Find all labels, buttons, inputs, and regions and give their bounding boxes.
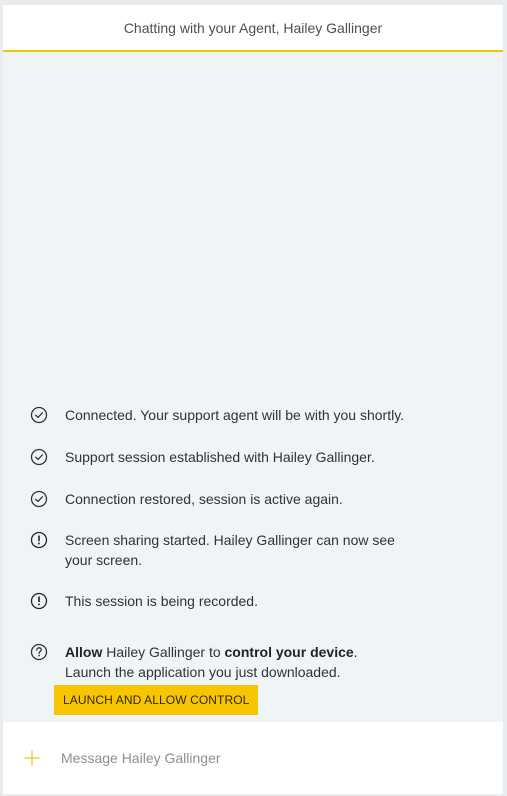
allow-label: Allow <box>65 644 103 660</box>
message-list: Connected. Your support agent will be wi… <box>3 52 503 722</box>
check-circle-icon <box>30 448 48 466</box>
launch-and-allow-control-button[interactable]: LAUNCH AND ALLOW CONTROL <box>54 685 259 715</box>
question-circle-icon <box>30 643 48 661</box>
exclamation-circle-icon <box>30 592 48 610</box>
chat-title: Chatting with your Agent, Hailey Galling… <box>123 19 383 36</box>
chat-window: Chatting with your Agent, Hailey Galling… <box>3 5 503 794</box>
status-message: Screen sharing started. Hailey Gallinger… <box>30 530 410 570</box>
status-message: Support session established with Hailey … <box>30 447 460 467</box>
status-message: This session is being recorded. <box>30 591 460 611</box>
control-request-line: Allow Hailey Gallinger to control your d… <box>65 642 358 662</box>
status-message-text: Support session established with Hailey … <box>65 449 375 465</box>
control-device-label: control your device <box>224 644 354 660</box>
check-circle-icon <box>30 490 48 508</box>
control-request-text: Allow Hailey Gallinger to control your d… <box>65 642 358 682</box>
period-text: . <box>353 644 358 660</box>
agent-name-text: Hailey Gallinger to <box>102 644 225 660</box>
chat-header: Chatting with your Agent, Hailey Galling… <box>3 5 503 52</box>
plus-icon[interactable] <box>24 750 40 766</box>
message-composer <box>3 722 503 794</box>
check-circle-icon <box>30 406 48 424</box>
status-message: Connected. Your support agent will be wi… <box>30 405 460 425</box>
launch-instruction: Launch the application you just download… <box>65 664 341 680</box>
control-request-message: Allow Hailey Gallinger to control your d… <box>30 642 460 682</box>
message-input[interactable] <box>61 745 461 771</box>
exclamation-circle-icon <box>30 531 48 549</box>
status-message-text: Connection restored, session is active a… <box>65 491 343 507</box>
status-message-text: Screen sharing started. Hailey Gallinger… <box>65 532 395 568</box>
status-message-text: This session is being recorded. <box>65 593 258 609</box>
status-message: Connection restored, session is active a… <box>30 489 460 509</box>
status-message-text: Connected. Your support agent will be wi… <box>65 407 405 423</box>
